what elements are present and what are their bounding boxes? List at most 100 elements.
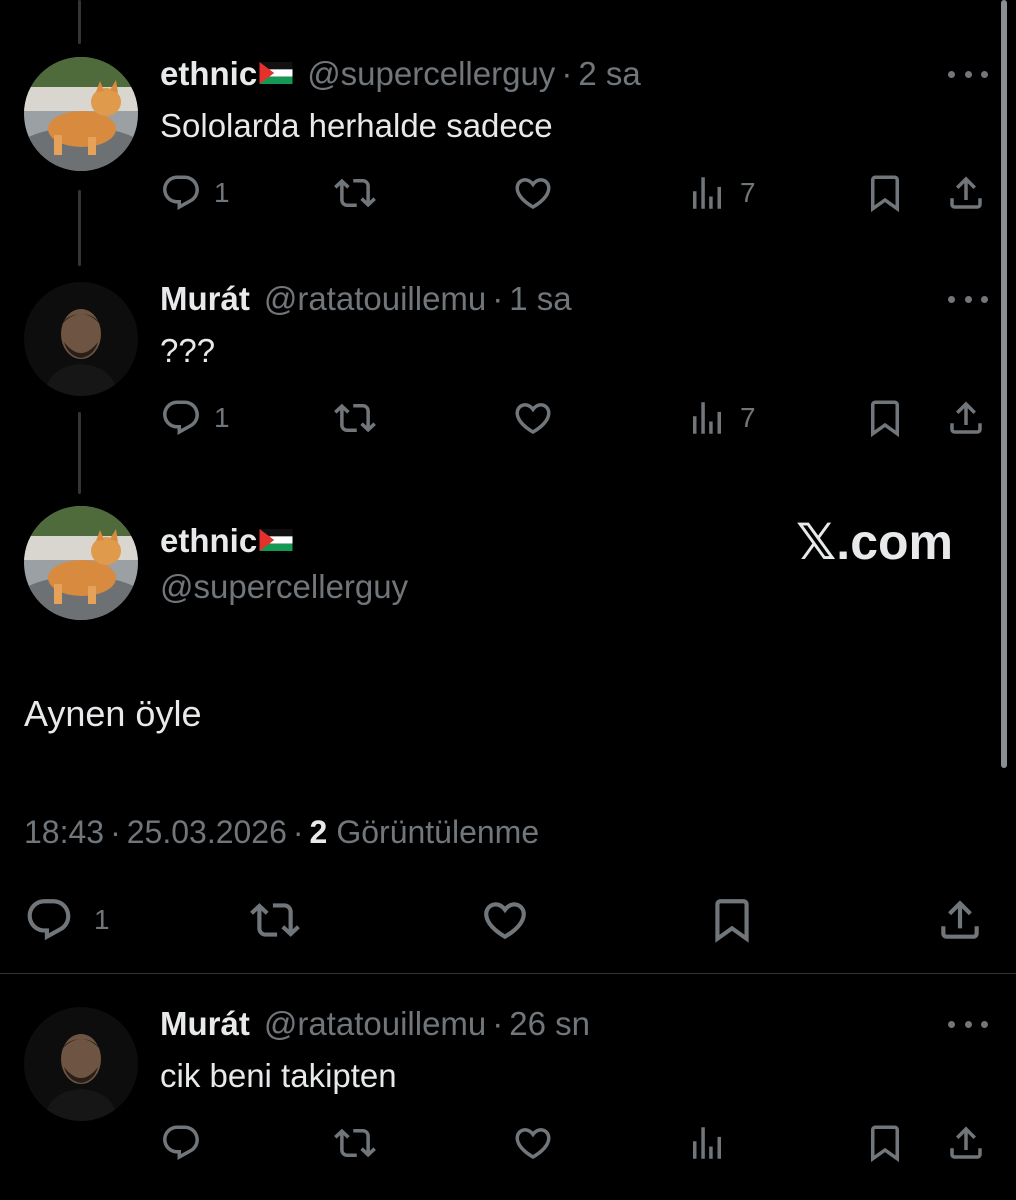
retweet-icon [248, 895, 302, 945]
views-label: Görüntülenme [336, 814, 540, 850]
reply-button[interactable]: 1 [160, 397, 230, 439]
main-tweet-handle-line: @supercellerguy [160, 567, 408, 607]
display-name[interactable]: Murát [160, 1005, 250, 1042]
tweet-meta: 18:43 · 25.03.2026 · 2 Görüntülenme [24, 812, 539, 852]
like-button[interactable] [511, 172, 555, 214]
reply-icon [160, 1122, 202, 1164]
retweet-icon [333, 172, 377, 214]
watermark-domain: .com [836, 514, 953, 570]
thread-line [78, 0, 81, 44]
tweet-header: Murát @ratatouillemu · 1 sa [160, 279, 572, 319]
tweet-time[interactable]: 26 sn [509, 1005, 590, 1042]
user-handle[interactable]: @ratatouillemu [264, 1005, 486, 1042]
user-handle[interactable]: @supercellerguy [160, 568, 408, 605]
like-button[interactable] [478, 895, 532, 945]
display-name[interactable]: ethnic [160, 522, 257, 559]
views-icon [686, 172, 728, 214]
reply-count: 1 [214, 177, 230, 208]
scrollbar[interactable] [1001, 0, 1007, 768]
main-tweet-name: ethnic [160, 521, 307, 561]
user-handle[interactable]: @supercellerguy [307, 55, 555, 92]
views-button[interactable]: 7 [686, 397, 756, 439]
views-icon [686, 1122, 728, 1164]
bookmark-icon [706, 895, 758, 945]
avatar-image [24, 57, 138, 171]
bookmark-icon [864, 1122, 906, 1164]
divider [0, 973, 1016, 974]
reply-button[interactable] [160, 1122, 202, 1164]
thread-line [78, 412, 81, 494]
retweet-icon [333, 397, 377, 439]
bookmark-button[interactable] [864, 397, 906, 439]
share-icon [934, 895, 986, 945]
bookmark-icon [864, 397, 906, 439]
views-icon [686, 397, 728, 439]
bookmark-button[interactable] [864, 1122, 906, 1164]
avatar-image [24, 1007, 138, 1121]
display-name[interactable]: ethnic [160, 55, 257, 92]
thread-line [78, 190, 81, 266]
bookmark-button[interactable] [706, 895, 758, 945]
heart-icon [478, 895, 532, 945]
separator-dot: · [292, 814, 304, 850]
avatar-image [24, 282, 138, 396]
reply-button[interactable]: 1 [160, 172, 230, 214]
more-options-icon[interactable] [948, 1014, 988, 1034]
retweet-button[interactable] [333, 172, 377, 214]
tweet-time[interactable]: 18:43 [24, 814, 104, 850]
tweet-header: Murát @ratatouillemu · 26 sn [160, 1004, 590, 1044]
share-icon [945, 397, 987, 439]
heart-icon [511, 1122, 555, 1164]
display-name[interactable]: Murát [160, 280, 250, 317]
reply-icon [24, 895, 74, 945]
separator-dot: · [492, 280, 504, 317]
retweet-button[interactable] [333, 397, 377, 439]
tweet-text: ??? [160, 332, 216, 369]
views-button[interactable] [686, 1122, 728, 1164]
share-icon [945, 1122, 987, 1164]
more-options-icon[interactable] [948, 64, 988, 84]
user-handle[interactable]: @ratatouillemu [264, 280, 486, 317]
reply-count: 1 [94, 904, 110, 935]
avatar-image [24, 506, 138, 620]
separator-dot: · [492, 1005, 504, 1042]
tweet-date[interactable]: 25.03.2026 [127, 814, 287, 850]
reply-icon [160, 172, 202, 214]
avatar[interactable] [24, 1007, 138, 1121]
heart-icon [511, 172, 555, 214]
tweet-header: ethnic @supercellerguy · 2 sa [160, 54, 641, 94]
separator-dot: · [561, 55, 573, 92]
reply-count: 1 [214, 402, 230, 433]
share-button[interactable] [945, 1122, 987, 1164]
share-button[interactable] [945, 397, 987, 439]
share-button[interactable] [934, 895, 986, 945]
palestine-flag-icon [259, 529, 293, 551]
views-count: 7 [740, 402, 756, 433]
bookmark-button[interactable] [864, 172, 906, 214]
avatar[interactable] [24, 282, 138, 396]
tweet-time[interactable]: 1 sa [509, 280, 571, 317]
more-options-icon[interactable] [948, 289, 988, 309]
like-button[interactable] [511, 1122, 555, 1164]
retweet-button[interactable] [248, 895, 302, 945]
avatar[interactable] [24, 57, 138, 171]
avatar[interactable] [24, 506, 138, 620]
views-count: 7 [740, 177, 756, 208]
like-button[interactable] [511, 397, 555, 439]
retweet-icon [333, 1122, 377, 1164]
reply-button[interactable]: 1 [24, 895, 110, 945]
share-button[interactable] [945, 172, 987, 214]
views-count: 2 [309, 814, 328, 850]
tweet-text: Sololarda herhalde sadece [160, 107, 553, 144]
reply-icon [160, 397, 202, 439]
separator-dot: · [110, 814, 121, 850]
tweet-time[interactable]: 2 sa [578, 55, 640, 92]
x-logo-icon: 𝕏 [796, 513, 837, 571]
palestine-flag-icon [259, 62, 293, 84]
retweet-button[interactable] [333, 1122, 377, 1164]
views-button[interactable]: 7 [686, 172, 756, 214]
tweet-text: cik beni takipten [160, 1057, 397, 1094]
heart-icon [511, 397, 555, 439]
x-watermark: 𝕏.com [796, 512, 953, 572]
bookmark-icon [864, 172, 906, 214]
